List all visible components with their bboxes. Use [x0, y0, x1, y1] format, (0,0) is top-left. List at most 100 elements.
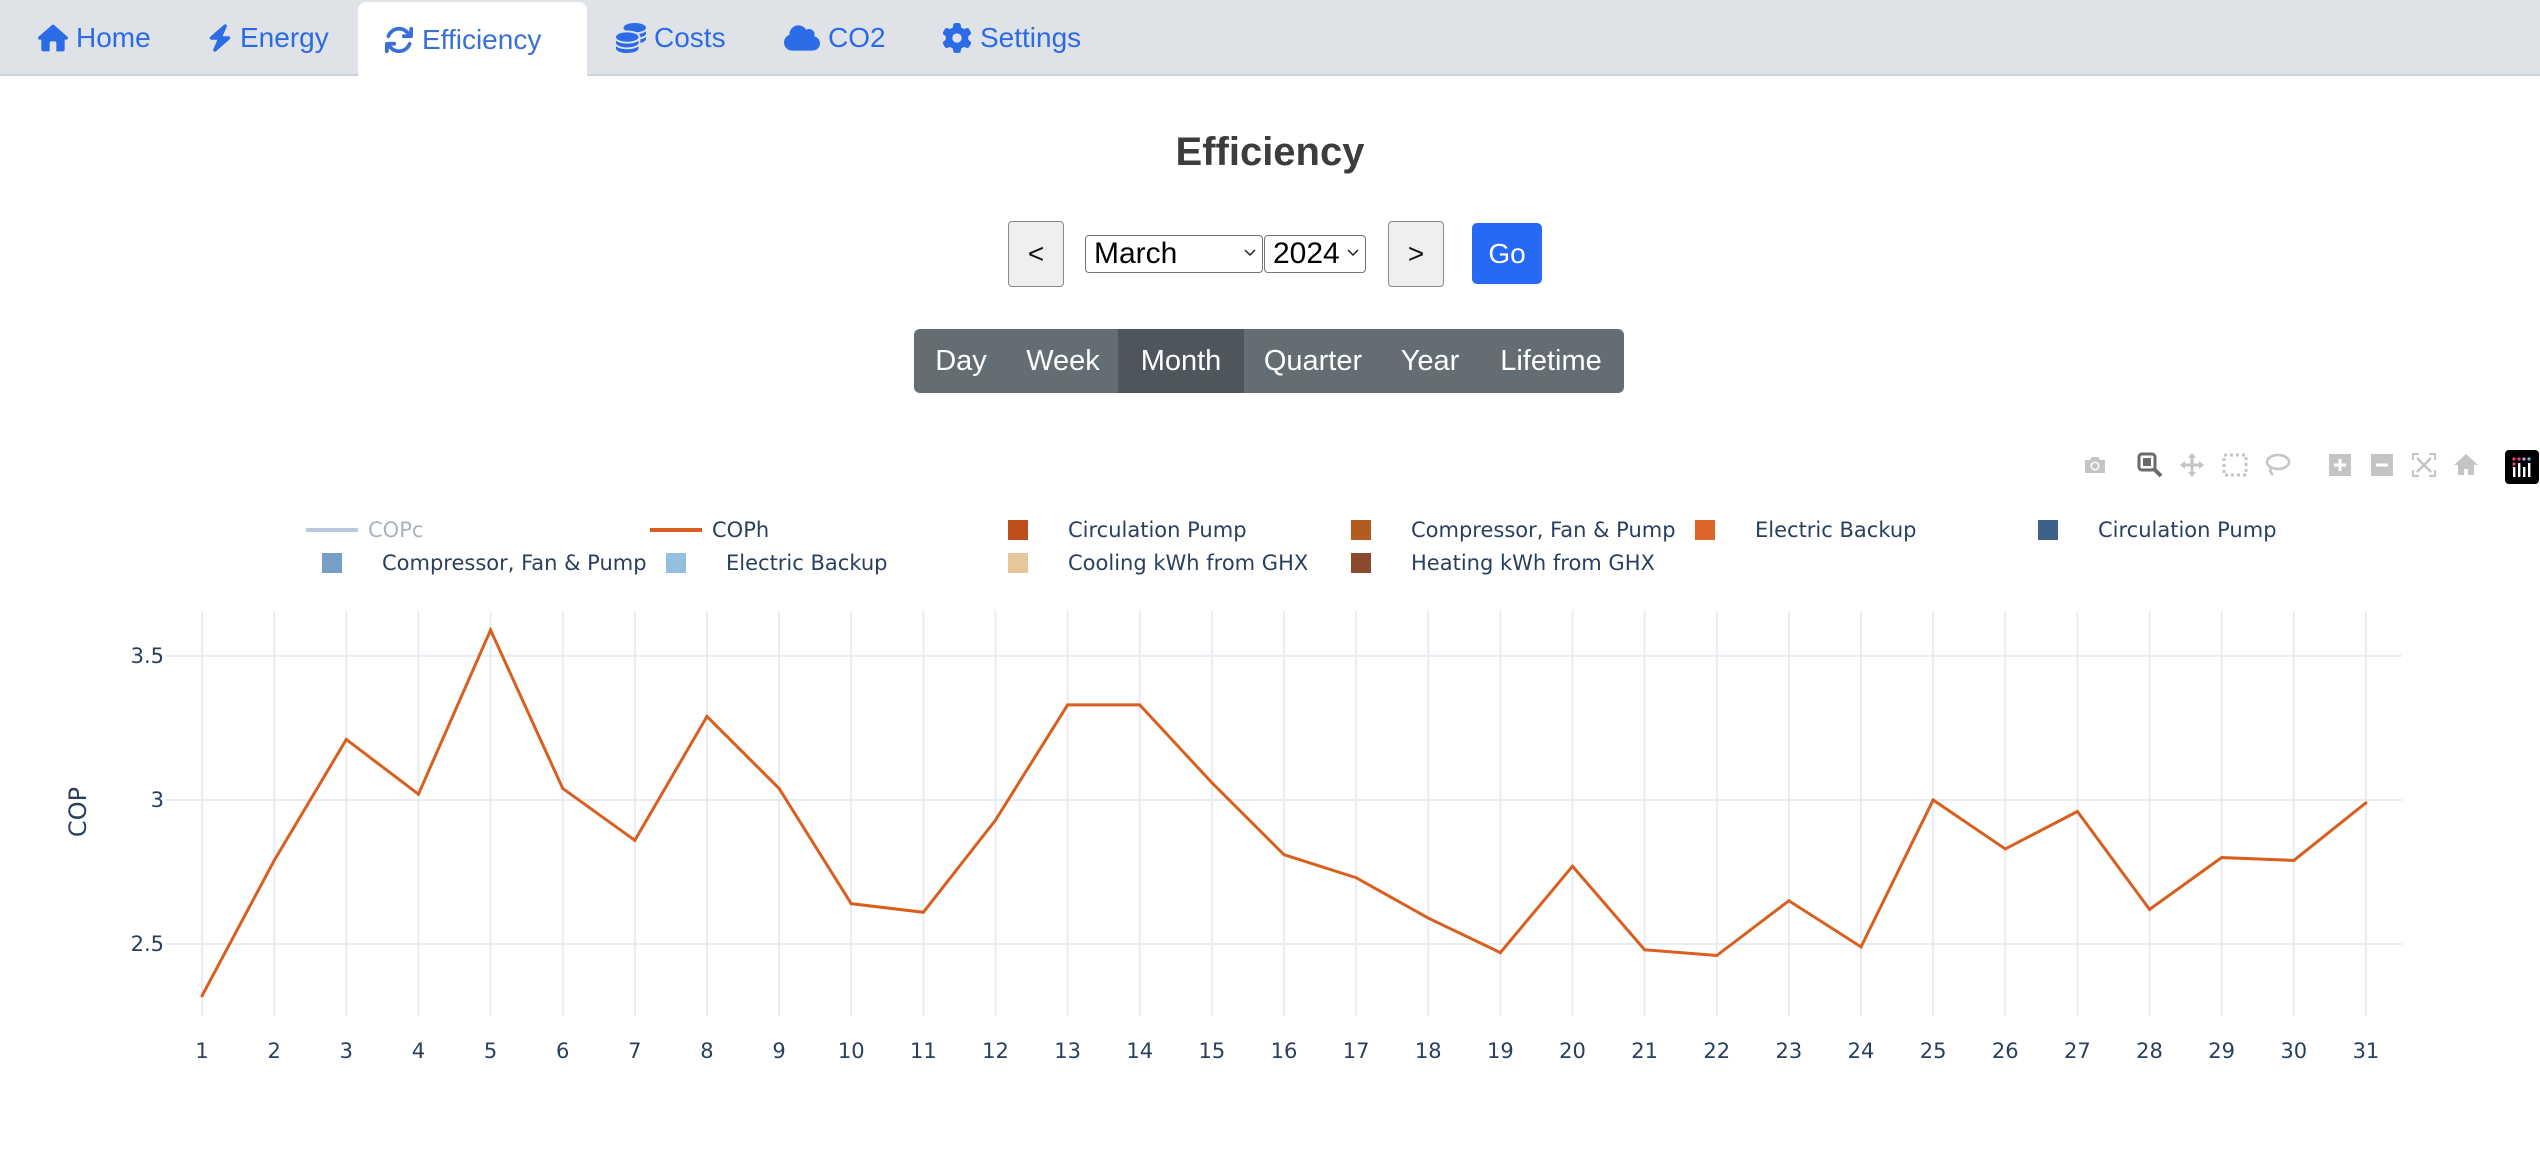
year-select[interactable]: 2024 — [1264, 235, 1366, 273]
y-tick-label: 3 — [151, 788, 164, 812]
legend-item-heating-kwh-ghx[interactable]: Heating kWh from GHX — [1335, 548, 1655, 578]
coins-icon — [616, 23, 646, 53]
legend-label: Compressor, Fan & Pump — [382, 551, 647, 575]
data-point — [344, 737, 348, 741]
x-tick-label: 28 — [2136, 1039, 2163, 1063]
nav-tab-home[interactable]: Home — [34, 0, 155, 76]
x-tick-label: 25 — [1920, 1039, 1947, 1063]
zoom-out-icon[interactable] — [2367, 450, 2397, 480]
x-tick-label: 3 — [340, 1039, 353, 1063]
legend-item-cooling-kwh-ghx[interactable]: Cooling kWh from GHX — [992, 548, 1308, 578]
legend-item-compressor-cooling[interactable]: Compressor, Fan & Pump — [306, 548, 647, 578]
data-point — [849, 902, 853, 906]
period-lifetime-button[interactable]: Lifetime — [1478, 329, 1624, 393]
cop-line-chart[interactable]: 2.533.5 1 2 3 4 5 6 7 8 9 10 11 12 13 14 15 16 17 18 19 20 2… — [0, 590, 2540, 1070]
nav-tab-efficiency[interactable]: Efficiency — [358, 2, 587, 78]
y-tick-labels: 2.5 3 3.5 — [131, 644, 164, 956]
data-point — [1426, 916, 1430, 920]
period-quarter-button[interactable]: Quarter — [1244, 329, 1382, 393]
legend-item-coph[interactable]: COPh — [650, 515, 769, 545]
nav-tab-label: Efficiency — [422, 24, 542, 55]
legend-label: Cooling kWh from GHX — [1068, 551, 1309, 575]
x-tick-label: 27 — [2064, 1039, 2091, 1063]
month-select[interactable]: March — [1085, 235, 1263, 273]
legend-label: Circulation Pump — [2098, 518, 2277, 542]
prev-period-button[interactable]: < — [1008, 221, 1064, 287]
next-period-button[interactable]: > — [1388, 221, 1444, 287]
x-tick-label: 4 — [412, 1039, 425, 1063]
x-tick-label: 30 — [2280, 1039, 2307, 1063]
data-point — [921, 910, 925, 914]
x-tick-label: 5 — [484, 1039, 497, 1063]
x-tick-label: 15 — [1199, 1039, 1226, 1063]
x-tick-label: 7 — [628, 1039, 641, 1063]
legend-label: Compressor, Fan & Pump — [1411, 518, 1676, 542]
x-tick-label: 21 — [1631, 1039, 1658, 1063]
data-point — [2220, 856, 2224, 860]
data-point — [1787, 899, 1791, 903]
plotly-logo-icon[interactable] — [2505, 450, 2539, 484]
x-tick-label: 11 — [910, 1039, 937, 1063]
data-point — [416, 792, 420, 796]
reset-axes-icon[interactable] — [2451, 450, 2481, 480]
period-year-button[interactable]: Year — [1382, 329, 1478, 393]
legend-item-copc[interactable]: COPc — [306, 515, 423, 545]
nav-tab-co2[interactable]: CO2 — [780, 0, 890, 76]
y-tick-label: 3.5 — [131, 644, 164, 668]
data-point — [1498, 951, 1502, 955]
nav-tab-label: Costs — [654, 22, 726, 53]
nav-tab-label: Energy — [240, 22, 329, 53]
home-icon — [38, 24, 68, 52]
legend-label: Circulation Pump — [1068, 518, 1247, 542]
x-tick-label: 19 — [1487, 1039, 1514, 1063]
legend-label: Heating kWh from GHX — [1411, 551, 1655, 575]
nav-tab-settings[interactable]: Settings — [938, 0, 1085, 76]
cloud-icon — [784, 25, 820, 51]
x-gridlines — [201, 611, 2367, 1016]
x-tick-label: 8 — [700, 1039, 713, 1063]
x-tick-label: 24 — [1848, 1039, 1875, 1063]
data-point — [1282, 853, 1286, 857]
y-tick-label: 2.5 — [131, 932, 164, 956]
x-tick-label: 26 — [1992, 1039, 2019, 1063]
legend-swatch — [1008, 520, 1028, 540]
period-day-button[interactable]: Day — [914, 329, 1008, 393]
chevron-down-icon — [1244, 249, 1256, 257]
nav-tab-label: Settings — [980, 22, 1082, 53]
period-week-button[interactable]: Week — [1008, 329, 1118, 393]
gear-icon — [942, 23, 972, 53]
nav-tab-energy[interactable]: Energy — [204, 0, 333, 76]
lasso-icon[interactable] — [2262, 450, 2292, 480]
period-month-button[interactable]: Month — [1118, 329, 1244, 393]
x-tick-label: 12 — [982, 1039, 1009, 1063]
data-point — [777, 786, 781, 790]
legend-item-electric-backup-heating[interactable]: Electric Backup — [1679, 515, 1916, 545]
zoom-icon[interactable] — [2135, 450, 2165, 480]
legend-item-circulation-pump-cooling[interactable]: Circulation Pump — [2022, 515, 2277, 545]
x-tick-label: 20 — [1559, 1039, 1586, 1063]
x-tick-label: 2 — [268, 1039, 281, 1063]
data-point — [2148, 907, 2152, 911]
legend-item-compressor-heating[interactable]: Compressor, Fan & Pump — [1335, 515, 1676, 545]
top-nav: Home Energy Efficiency Costs CO2 Setting… — [0, 0, 2540, 78]
box-select-icon[interactable] — [2220, 450, 2250, 480]
zoom-in-icon[interactable] — [2325, 450, 2355, 480]
bolt-icon — [209, 24, 231, 52]
camera-icon[interactable] — [2080, 450, 2110, 480]
x-tick-labels: 1 2 3 4 5 6 7 8 9 10 11 12 13 14 15 16 17 18 19 20 21 22 23 24 2… — [195, 1039, 2379, 1063]
data-point — [489, 628, 493, 632]
legend-item-circulation-pump-heating[interactable]: Circulation Pump — [992, 515, 1247, 545]
data-point — [561, 786, 565, 790]
x-tick-label: 13 — [1054, 1039, 1081, 1063]
chevron-down-icon — [1347, 249, 1359, 257]
data-point — [993, 818, 997, 822]
pan-icon[interactable] — [2177, 450, 2207, 480]
data-point — [1210, 781, 1214, 785]
go-button[interactable]: Go — [1472, 223, 1542, 284]
legend-item-electric-backup-cooling[interactable]: Electric Backup — [650, 548, 887, 578]
refresh-icon — [384, 26, 414, 54]
autoscale-icon[interactable] — [2409, 450, 2439, 480]
legend-swatch — [306, 528, 358, 532]
nav-tab-costs[interactable]: Costs — [612, 0, 730, 76]
data-point — [272, 858, 276, 862]
